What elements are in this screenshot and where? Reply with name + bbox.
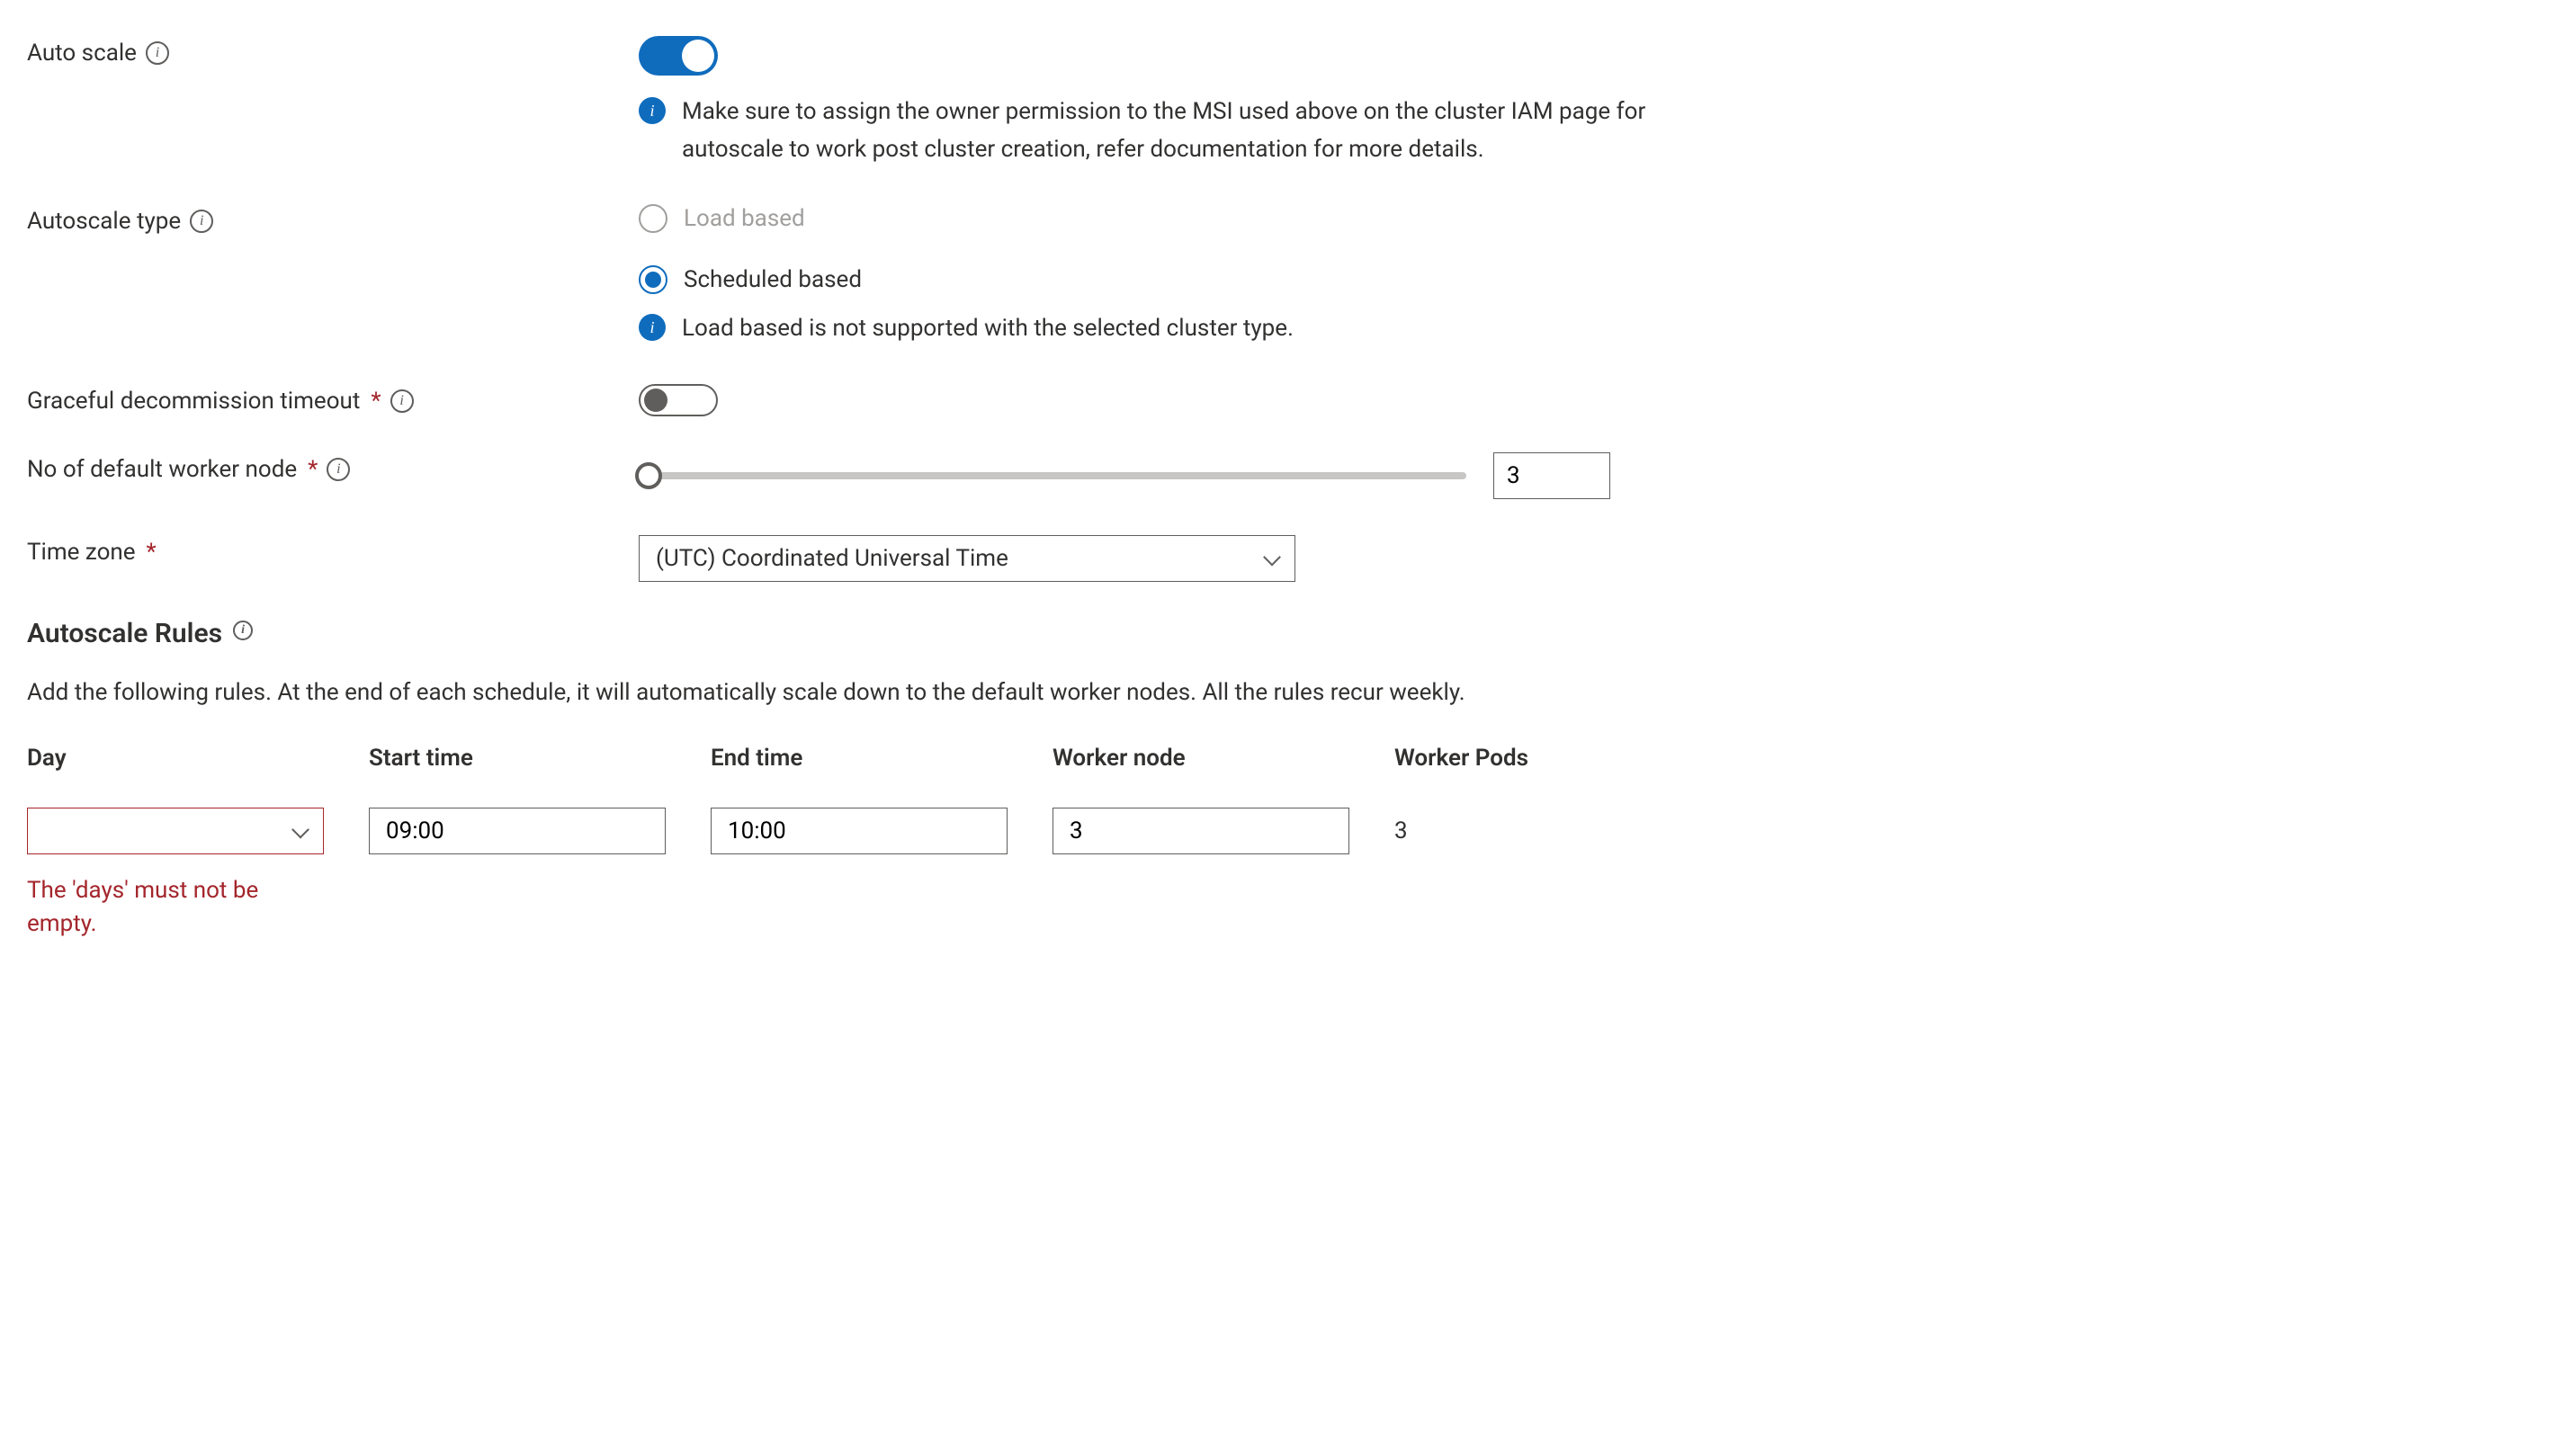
radio-circle-icon — [639, 204, 667, 233]
col-header-pods: Worker Pods — [1394, 745, 1574, 772]
radio-circle-icon — [639, 265, 667, 294]
start-time-input[interactable] — [369, 808, 666, 854]
required-mark: * — [147, 539, 157, 566]
time-zone-value: (UTC) Coordinated Universal Time — [656, 545, 1008, 572]
radio-load-label: Load based — [684, 205, 805, 232]
autoscale-rules-table: Day The 'days' must not be empty. Start … — [27, 745, 2544, 940]
default-worker-node-label: No of default worker node — [27, 456, 297, 483]
time-zone-select[interactable]: (UTC) Coordinated Universal Time — [639, 535, 1295, 582]
chevron-down-icon — [291, 821, 309, 839]
day-error-message: The 'days' must not be empty. — [27, 874, 306, 940]
autoscale-type-note: Load based is not supported with the sel… — [682, 310, 1294, 348]
auto-scale-note: Make sure to assign the owner permission… — [682, 94, 1655, 168]
autoscale-rules-heading: Autoscale Rules — [27, 618, 222, 649]
col-header-start: Start time — [369, 745, 666, 772]
graceful-decommission-label: Graceful decommission timeout — [27, 388, 360, 415]
required-mark: * — [371, 388, 381, 415]
slider-thumb-icon[interactable] — [635, 462, 662, 489]
col-header-node: Worker node — [1053, 745, 1349, 772]
info-icon: i — [639, 97, 666, 124]
info-icon[interactable]: i — [233, 621, 253, 640]
auto-scale-toggle[interactable] — [639, 36, 718, 76]
info-icon[interactable]: i — [390, 389, 414, 413]
radio-scheduled-label: Scheduled based — [684, 266, 862, 293]
chevron-down-icon — [1263, 548, 1281, 566]
end-time-input[interactable] — [711, 808, 1008, 854]
autoscale-type-label: Autoscale type — [27, 208, 181, 235]
worker-node-input[interactable] — [1493, 452, 1610, 499]
info-icon: i — [639, 314, 666, 341]
col-header-end: End time — [711, 745, 1008, 772]
autoscale-rules-description: Add the following rules. At the end of e… — [27, 676, 1673, 709]
col-header-day: Day — [27, 745, 324, 772]
auto-scale-label: Auto scale — [27, 40, 137, 67]
info-icon[interactable]: i — [146, 41, 169, 65]
day-select[interactable] — [27, 808, 324, 854]
info-icon[interactable]: i — [190, 210, 213, 233]
info-icon[interactable]: i — [327, 458, 350, 481]
worker-pods-value: 3 — [1394, 808, 1574, 854]
radio-scheduled-based[interactable]: Scheduled based — [639, 265, 2544, 294]
radio-load-based: Load based — [639, 204, 2544, 233]
graceful-decommission-toggle[interactable] — [639, 384, 718, 416]
required-mark: * — [308, 456, 318, 483]
worker-node-slider[interactable] — [639, 472, 1466, 479]
time-zone-label: Time zone — [27, 539, 136, 566]
worker-node-rule-input[interactable] — [1053, 808, 1349, 854]
